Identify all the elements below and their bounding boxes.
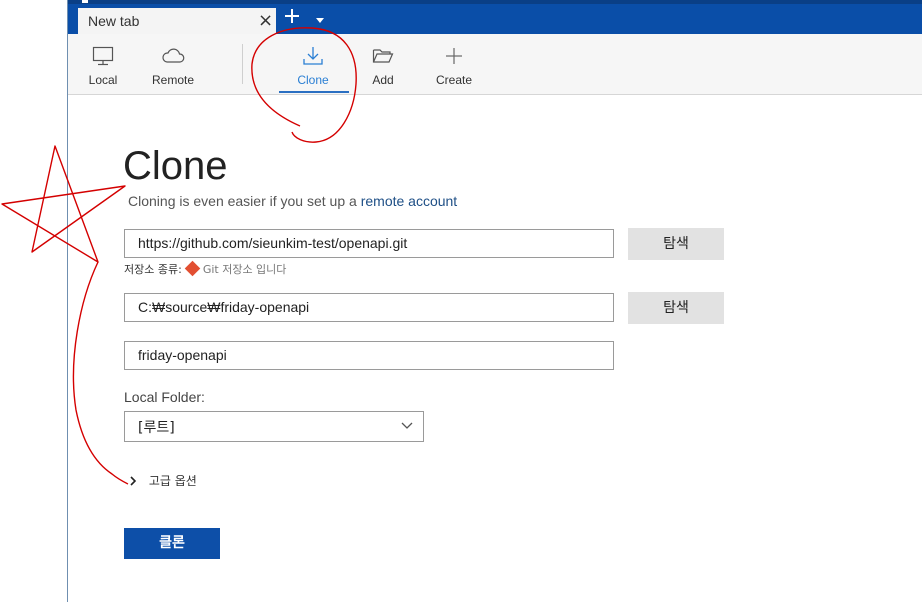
repo-type-label: 저장소 종류: <box>124 263 182 276</box>
advanced-options-label: 고급 옵션 <box>148 474 197 488</box>
local-folder-select[interactable]: [루트] <box>124 411 424 442</box>
plus-icon <box>446 48 462 64</box>
subtitle-text: Cloning is even easier if you set up a <box>128 193 357 209</box>
page-title: Clone <box>123 144 228 188</box>
repo-type-value: Git 저장소 입니다 <box>202 263 287 276</box>
toolbar-create-label: Create <box>435 73 473 87</box>
annotation-pointer-line <box>72 261 129 485</box>
active-tab-underline <box>279 91 349 93</box>
repo-type-info: 저장소 종류: Git 저장소 입니다 <box>124 260 287 277</box>
toolbar-local-button[interactable]: Local <box>82 34 124 94</box>
toolbar: Local Remote Clone Add Create <box>68 34 922 95</box>
cloud-icon <box>162 48 185 63</box>
page-subtitle: Cloning is even easier if you set up a r… <box>128 193 457 209</box>
tab-close-icon[interactable]: × <box>258 10 273 31</box>
annotation-star <box>1 145 126 263</box>
tab-list-dropdown-icon[interactable] <box>316 18 324 23</box>
browse-url-button[interactable]: 탐색 <box>628 228 724 260</box>
chevron-right-icon <box>130 476 137 486</box>
new-tab-plus-icon[interactable] <box>284 8 300 24</box>
window-mark <box>82 0 88 3</box>
toolbar-create-button[interactable]: Create <box>434 34 474 94</box>
git-icon <box>184 260 201 277</box>
destination-path-input[interactable]: C:₩source₩friday-openapi <box>124 293 614 322</box>
title-strip <box>68 0 922 4</box>
toolbar-add-button[interactable]: Add <box>366 34 400 94</box>
browse-path-button[interactable]: 탐색 <box>628 292 724 324</box>
toolbar-clone-button[interactable]: Clone <box>278 34 348 94</box>
tab-title: New tab <box>88 13 140 29</box>
clone-submit-button[interactable]: 클론 <box>124 528 220 559</box>
monitor-icon <box>92 46 114 66</box>
advanced-options-toggle[interactable]: 고급 옵션 <box>129 472 197 489</box>
toolbar-separator <box>242 44 243 84</box>
tab-new-tab[interactable]: New tab × <box>78 8 276 34</box>
toolbar-add-label: Add <box>372 73 394 87</box>
sourcetree-window: New tab × Local Remote Clone Add Create … <box>0 0 922 602</box>
folder-open-icon <box>372 49 394 63</box>
toolbar-local-label: Local <box>88 73 118 87</box>
local-folder-label: Local Folder: <box>124 389 205 405</box>
local-folder-value: [루트] <box>138 420 175 436</box>
toolbar-remote-button[interactable]: Remote <box>148 34 198 94</box>
toolbar-clone-label: Clone <box>297 73 329 87</box>
remote-account-link[interactable]: remote account <box>361 193 458 209</box>
chevron-down-icon <box>401 422 413 429</box>
repo-name-input[interactable]: friday-openapi <box>124 341 614 370</box>
download-icon <box>303 47 323 65</box>
toolbar-remote-label: Remote <box>151 73 195 87</box>
source-url-input[interactable]: https://github.com/sieunkim-test/openapi… <box>124 229 614 258</box>
